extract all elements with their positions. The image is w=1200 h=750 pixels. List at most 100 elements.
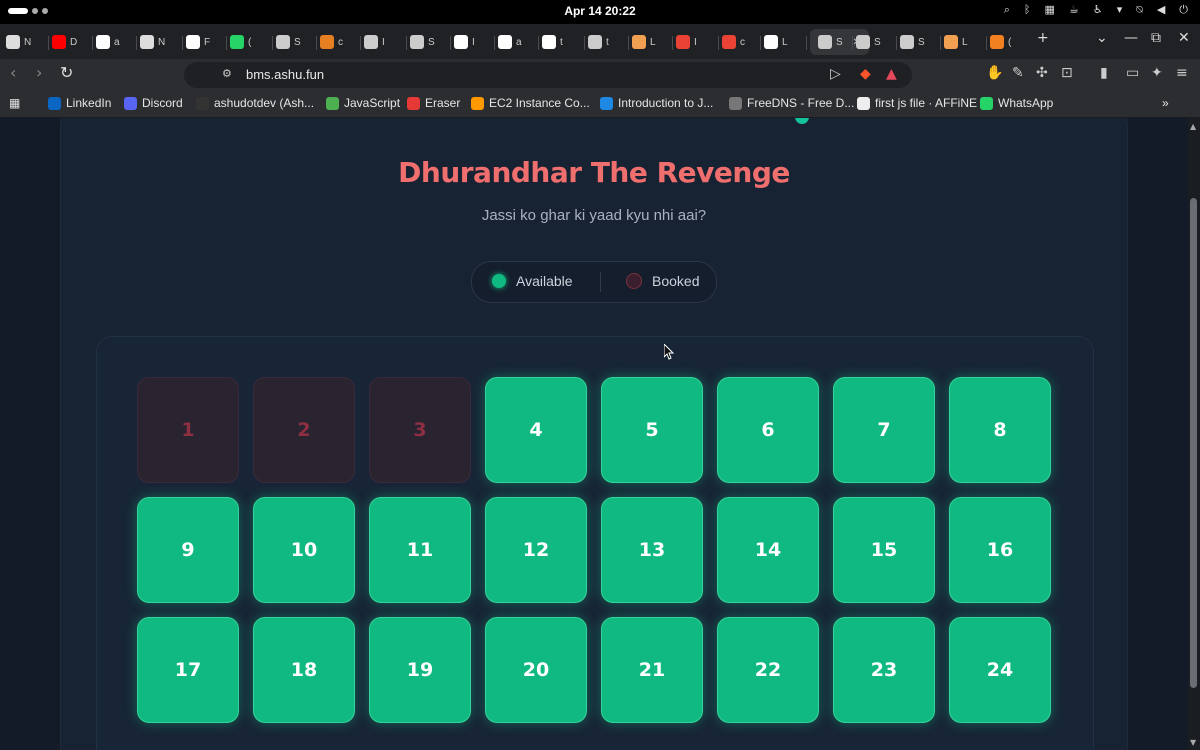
seat-available[interactable]: 15 [833,497,935,603]
seat-available[interactable]: 18 [253,617,355,723]
seat-available[interactable]: 24 [949,617,1051,723]
seat-available[interactable]: 20 [485,617,587,723]
bookmark-item[interactable]: ashudotdev (Ash... [196,96,314,110]
sidebar-icon[interactable]: ▮ [1100,65,1108,81]
scroll-up-icon[interactable]: ▲ [1190,122,1196,131]
leo-ai-icon[interactable]: ✦ [1151,65,1163,81]
browser-tab[interactable]: N [6,29,31,55]
reload-button[interactable]: ↻ [60,63,73,82]
address-bar[interactable]: ⚙ bms.ashu.fun ▷ ◆ ▲ [184,62,912,88]
seat-available[interactable]: 7 [833,377,935,483]
tab-list-chevron-icon[interactable]: ⌄ [1096,30,1108,46]
seat-available[interactable]: 22 [717,617,819,723]
bookmark-item[interactable]: WhatsApp [980,96,1053,110]
wifi-icon[interactable]: ▾ [1117,3,1123,17]
seat-booked[interactable]: 2 [253,377,355,483]
seat-available[interactable]: 4 [485,377,587,483]
forward-button[interactable]: › [36,63,42,82]
site-info-icon[interactable]: ⚙ [222,67,232,80]
tea-icon[interactable]: ☕ [1069,3,1079,17]
seat-available[interactable]: 10 [253,497,355,603]
affine-icon [857,96,870,110]
seat-available[interactable]: 8 [949,377,1051,483]
wallet-icon[interactable]: ▭ [1126,65,1139,81]
bookmark-item[interactable]: first js file · AFFiNE [857,96,977,110]
seat-available[interactable]: 9 [137,497,239,603]
page-scrollbar[interactable]: ▲ ▼ [1188,118,1200,750]
url-text[interactable]: bms.ashu.fun [246,67,324,82]
browser-tab[interactable]: L [944,29,968,55]
search-icon[interactable]: ⌕ [1004,3,1010,17]
minimize-button[interactable]: — [1124,30,1138,46]
send-icon[interactable]: ▷ [830,66,841,82]
gmail-icon [676,35,690,49]
seat-available[interactable]: 14 [717,497,819,603]
brave-rewards-icon[interactable]: ▲ [886,66,897,82]
tab-separator [92,36,93,50]
extensions-icon[interactable]: ✣ [1036,65,1048,81]
browser-tab[interactable]: D [52,29,77,55]
seat-booked[interactable]: 3 [369,377,471,483]
browser-tab[interactable]: F [186,29,210,55]
system-tray[interactable]: ⌕ ᛒ ▦ ☕ ♿ ▾ ⍉ ◀ ⏻ [1004,3,1188,17]
scroll-down-icon[interactable]: ▼ [1190,738,1196,747]
seat-booked[interactable]: 1 [137,377,239,483]
color-picker-icon[interactable]: ✎ [1012,65,1024,81]
browser-tab[interactable]: S [410,29,435,55]
seat-available[interactable]: 13 [601,497,703,603]
accessibility-icon[interactable]: ♿ [1093,3,1103,17]
new-tab-button[interactable]: + [1037,30,1049,46]
tab-separator [316,36,317,50]
browser-tab[interactable]: c [320,29,343,55]
more-bookmarks-icon[interactable]: » [1162,96,1169,110]
bookmark-item[interactable]: Introduction to J... [600,96,713,110]
seat-available[interactable]: 5 [601,377,703,483]
browser-tab[interactable]: N [140,29,165,55]
browser-tab[interactable]: S [856,29,881,55]
scroll-thumb[interactable] [1190,198,1197,688]
bookmark-item[interactable]: JavaScript [326,96,400,110]
close-window-button[interactable]: ✕ [1178,30,1190,46]
maximize-button[interactable]: ⧉ [1151,30,1161,46]
seat-available[interactable]: 17 [137,617,239,723]
seat-available[interactable]: 6 [717,377,819,483]
volume-icon[interactable]: ◀ [1157,3,1165,17]
discord-icon [124,96,137,110]
bookmark-item[interactable]: Eraser [407,96,460,110]
bluetooth-icon[interactable]: ᛒ [1024,3,1031,17]
grid-icon[interactable]: ▦ [1045,3,1055,17]
apps-grid-icon[interactable]: ▦ [9,96,20,110]
browser-tab[interactable]: ( [230,29,251,55]
hand-icon [944,35,958,49]
browser-tab[interactable]: ( [990,29,1011,55]
brave-shields-icon[interactable]: ◆ [860,66,871,82]
bookmark-item[interactable]: Discord [124,96,183,110]
bookmark-item[interactable]: LinkedIn [48,96,111,110]
seat-available[interactable]: 12 [485,497,587,603]
seat-available[interactable]: 23 [833,617,935,723]
screenshot-icon[interactable]: ⊡ [1061,65,1073,81]
browser-tab[interactable]: I [454,29,475,55]
browser-tab[interactable]: a [96,29,120,55]
browser-tab[interactable]: I [364,29,385,55]
browser-tab[interactable]: t [542,29,563,55]
seat-available[interactable]: 21 [601,617,703,723]
browser-tab[interactable]: L [632,29,656,55]
browser-tab[interactable]: S [900,29,925,55]
seat-available[interactable]: 19 [369,617,471,723]
browser-tab[interactable]: S [276,29,301,55]
notifications-off-icon[interactable]: ⍉ [1136,3,1143,17]
power-icon[interactable]: ⏻ [1179,3,1188,17]
browser-tab[interactable]: I [676,29,697,55]
back-button[interactable]: ‹ [10,63,16,82]
menu-icon[interactable]: ≡ [1176,65,1188,81]
extension-hand-icon[interactable]: ✋ [986,65,1003,81]
bookmark-item[interactable]: EC2 Instance Co... [471,96,590,110]
browser-tab[interactable]: c [722,29,745,55]
seat-available[interactable]: 11 [369,497,471,603]
browser-tab[interactable]: t [588,29,609,55]
browser-tab[interactable]: L [764,29,788,55]
bookmark-item[interactable]: FreeDNS - Free D... [729,96,854,110]
browser-tab[interactable]: a [498,29,522,55]
seat-available[interactable]: 16 [949,497,1051,603]
